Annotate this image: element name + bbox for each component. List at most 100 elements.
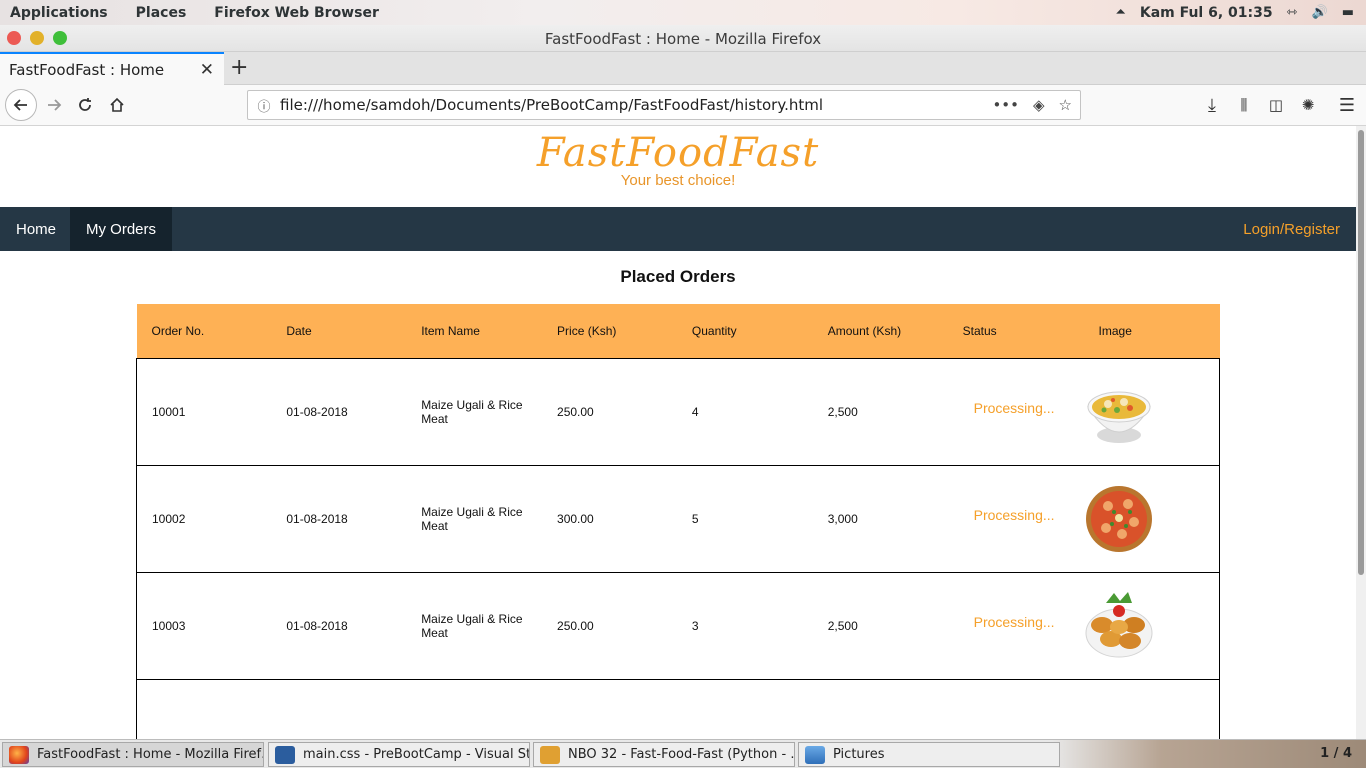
column-header: Order No. — [136, 304, 272, 358]
bookmark-star-icon[interactable]: ☆ — [1059, 96, 1072, 114]
item-quantity: 3 — [676, 571, 813, 679]
sidebar-icon: ◫ — [1268, 96, 1284, 114]
item-image-cell — [1083, 571, 1220, 679]
applications-menu[interactable]: Applications — [0, 5, 118, 21]
site-navbar: Home My Orders Login/Register — [0, 207, 1356, 251]
column-header: Date — [271, 304, 407, 358]
volume-icon[interactable]: 🔊 — [1312, 5, 1328, 20]
taskbar-item-firefox[interactable]: FastFoodFast : Home - Mozilla Firef… — [2, 742, 264, 767]
tab-fastfoodfast[interactable]: FastFoodFast : Home ✕ — [0, 52, 224, 85]
taskbar-item-label: NBO 32 - Fast-Food-Fast (Python - … — [568, 747, 795, 762]
firefox-icon — [9, 745, 29, 764]
hamburger-menu-icon: ☰ — [1338, 94, 1356, 116]
downloads-button[interactable]: ⤓ — [1198, 91, 1226, 119]
nav-home[interactable]: Home — [0, 207, 72, 251]
order-amount: 2,500 — [812, 357, 948, 465]
window-taskbar: FastFoodFast : Home - Mozilla Firef… mai… — [0, 739, 1366, 768]
notification-icon[interactable]: ⏶ — [1115, 5, 1125, 20]
network-icon[interactable]: ⇿ — [1287, 5, 1298, 20]
menu-button[interactable]: ☰ — [1333, 91, 1361, 119]
tab-label: FastFoodFast : Home — [9, 60, 165, 79]
page-scrollbar[interactable] — [1356, 126, 1366, 739]
order-number: 10001 — [136, 357, 272, 465]
workspace-indicator[interactable]: 1 / 4 — [1320, 746, 1352, 761]
window-titlebar: FastFoodFast : Home - Mozilla Firefox — [0, 25, 1366, 52]
file-manager-icon — [805, 745, 825, 764]
order-status: Processing... — [947, 571, 1084, 679]
order-date: 01-08-2018 — [271, 357, 407, 465]
scrollbar-thumb[interactable] — [1358, 130, 1364, 575]
column-header: Image — [1083, 304, 1220, 358]
library-button[interactable]: ⫼ — [1230, 91, 1258, 119]
orders-table: Order No. Date Item Name Price (Ksh) Qua… — [136, 304, 1220, 739]
navigation-toolbar: ⓘ file:///home/samdoh/Documents/PreBootC… — [0, 85, 1366, 126]
close-tab-icon[interactable]: ✕ — [200, 60, 214, 80]
order-number: 10002 — [136, 464, 272, 572]
home-button[interactable] — [103, 91, 131, 119]
clock[interactable]: Kam Ful 6, 01:35 — [1140, 5, 1273, 21]
table-row: 10002 01-08-2018 Maize Ugali & Rice Meat… — [136, 464, 1220, 572]
order-date: 01-08-2018 — [271, 464, 407, 572]
item-price: 250.00 — [542, 357, 677, 465]
column-header: Status — [947, 304, 1084, 358]
fried-dumplings-image — [1085, 591, 1153, 657]
order-amount: 2,500 — [812, 571, 948, 679]
item-name: Maize Ugali & Rice Meat — [406, 357, 543, 465]
system-top-bar: Applications Places Firefox Web Browser … — [0, 0, 1366, 25]
item-quantity: 5 — [676, 464, 813, 572]
page-actions-icon[interactable]: ••• — [992, 96, 1019, 114]
column-header: Price (Ksh) — [542, 304, 677, 358]
home-icon — [110, 97, 124, 112]
site-tagline: Your best choice! — [620, 172, 736, 189]
forward-arrow-icon — [48, 99, 62, 111]
item-name: Maize Ugali & Rice Meat — [406, 571, 543, 679]
taskbar-item-label: Pictures — [833, 747, 885, 762]
site-header: FastFoodFast Your best choice! — [0, 130, 1356, 189]
item-image-cell — [1083, 464, 1220, 572]
item-image-cell — [1083, 357, 1220, 465]
page-title: Placed Orders — [620, 267, 736, 286]
table-row: 10001 01-08-2018 Maize Ugali & Rice Meat… — [136, 357, 1220, 465]
url-text[interactable]: file:///home/samdoh/Documents/PreBootCam… — [280, 96, 992, 114]
taskbar-item-vscode[interactable]: main.css - PreBootCamp - Visual St… — [268, 742, 530, 767]
item-name: Maize Ugali & Rice Meat — [406, 464, 543, 572]
pocket-icon[interactable]: ◈ — [1033, 96, 1045, 114]
tab-strip: FastFoodFast : Home ✕ + — [0, 52, 1366, 85]
page-viewport: FastFoodFast Your best choice! Home My O… — [0, 126, 1356, 739]
vscode-icon — [275, 745, 295, 764]
taskbar-item-sublime[interactable]: NBO 32 - Fast-Food-Fast (Python - … — [533, 742, 795, 767]
site-logo[interactable]: FastFoodFast — [0, 130, 1356, 176]
window-title: FastFoodFast : Home - Mozilla Firefox — [544, 30, 822, 48]
order-amount: 3,000 — [812, 464, 948, 572]
address-bar[interactable]: ⓘ file:///home/samdoh/Documents/PreBootC… — [247, 90, 1081, 120]
reload-icon — [79, 98, 91, 111]
column-header: Quantity — [676, 304, 813, 358]
site-info-icon[interactable]: ⓘ — [248, 96, 280, 115]
sidebar-button[interactable]: ◫ — [1262, 91, 1290, 119]
battery-icon[interactable]: ▬ — [1342, 5, 1354, 20]
table-row-empty — [136, 678, 1220, 739]
taskbar-item-pictures[interactable]: Pictures — [798, 742, 1060, 767]
taskbar-item-label: FastFoodFast : Home - Mozilla Firef… — [37, 747, 264, 762]
table-row: 10003 01-08-2018 Maize Ugali & Rice Meat… — [136, 571, 1220, 679]
extension-icon: ✺ — [1301, 96, 1315, 114]
library-icon: ⫼ — [1240, 96, 1248, 114]
active-app-menu[interactable]: Firefox Web Browser — [204, 5, 389, 21]
new-tab-button[interactable]: + — [230, 55, 248, 80]
extension-button[interactable]: ✺ — [1294, 91, 1322, 119]
back-button[interactable] — [5, 89, 37, 121]
order-number: 10003 — [136, 571, 272, 679]
order-status: Processing... — [947, 464, 1084, 572]
back-arrow-icon — [13, 99, 27, 111]
forward-button[interactable] — [40, 91, 68, 119]
item-price: 300.00 — [542, 464, 677, 572]
order-date: 01-08-2018 — [271, 571, 407, 679]
order-status: Processing... — [947, 357, 1084, 465]
reload-button[interactable] — [71, 91, 99, 119]
download-icon: ⤓ — [1208, 94, 1216, 116]
pizza-image — [1085, 485, 1152, 552]
nav-my-orders[interactable]: My Orders — [70, 207, 173, 251]
nav-login-register[interactable]: Login/Register — [1243, 207, 1340, 251]
taskbar-item-label: main.css - PreBootCamp - Visual St… — [303, 747, 530, 762]
places-menu[interactable]: Places — [126, 5, 197, 21]
